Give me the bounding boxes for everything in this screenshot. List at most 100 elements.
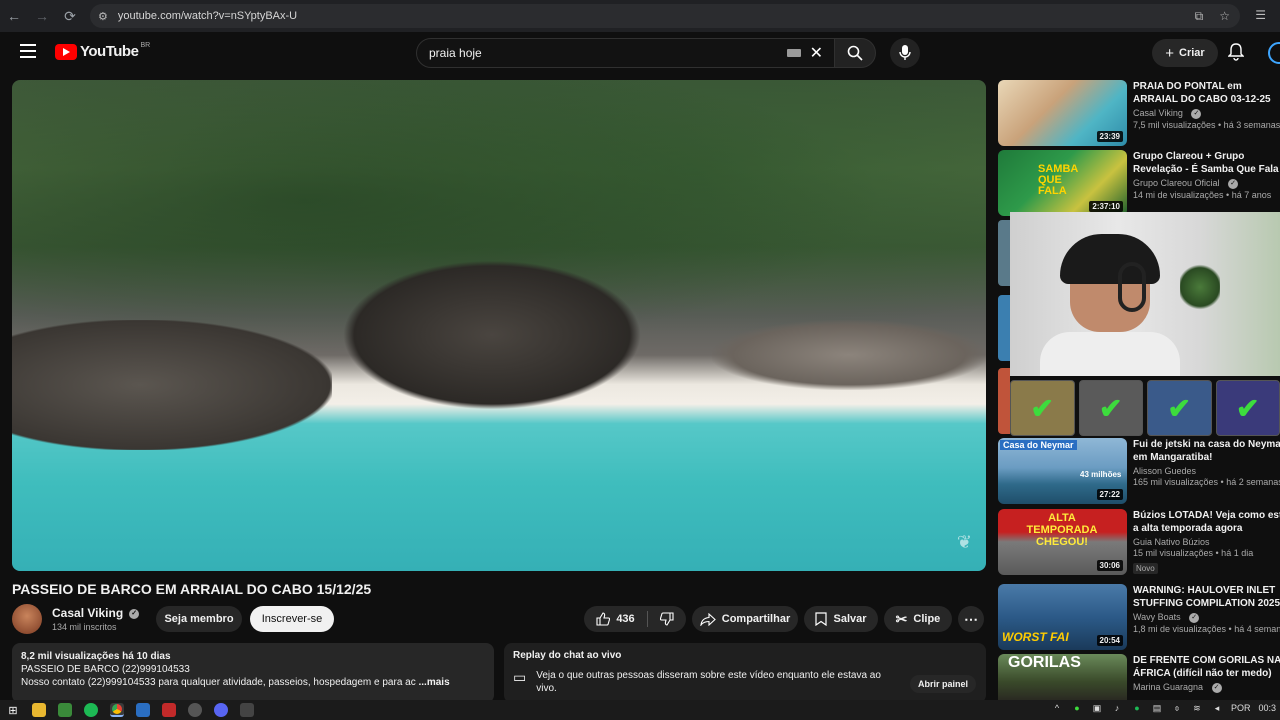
volume-icon[interactable]: ◂	[1211, 702, 1223, 714]
tray-app-icon[interactable]: ●	[1071, 702, 1083, 714]
verified-icon: ✓	[1191, 108, 1202, 119]
video-thumbnail[interactable]: Casa do Neymar 43 milhões 27:22	[998, 438, 1127, 504]
video-thumbnail[interactable]	[998, 295, 1010, 361]
language-indicator[interactable]: POR	[1231, 703, 1251, 713]
recommendation-stats: 15 mil visualizações • há 1 dia	[1133, 548, 1254, 558]
bookmark-star-icon[interactable]: ☆	[1219, 9, 1230, 24]
app-icon[interactable]	[240, 703, 254, 717]
forward-icon[interactable]: →	[28, 2, 56, 30]
channel-watermark-icon[interactable]: ❦	[957, 532, 972, 553]
spotify-icon[interactable]	[84, 703, 98, 717]
reload-icon[interactable]: ⟳	[56, 2, 84, 30]
recommendation-item[interactable]: WORST FAI 20:54 WARNING: HAULOVER INLET …	[998, 584, 1280, 650]
tray-app-icon[interactable]: ♪	[1111, 702, 1123, 714]
video-duration: 27:22	[1096, 489, 1123, 500]
join-button[interactable]: Seja membro	[156, 606, 242, 632]
wifi-icon[interactable]: ≋	[1191, 702, 1203, 714]
video-duration: 30:06	[1096, 560, 1123, 571]
video-duration: 2:37:10	[1089, 201, 1123, 212]
menu-icon[interactable]	[20, 44, 36, 62]
recommendation-stats: 165 mil visualizações • há 2 semanas	[1133, 477, 1280, 487]
streamer-shirt	[1040, 332, 1180, 376]
app-icon[interactable]	[136, 703, 150, 717]
file-explorer-icon[interactable]	[32, 703, 46, 717]
url-text: youtube.com/watch?v=nSYptyBAx-U	[117, 10, 298, 22]
discord-icon[interactable]	[214, 703, 228, 717]
tray-app-icon[interactable]: ▤	[1151, 702, 1163, 714]
app-icon[interactable]	[162, 703, 176, 717]
video-player[interactable]: ❦	[12, 80, 986, 571]
chrome-icon[interactable]	[110, 703, 124, 717]
recommendation-stats: 7,5 mil visualizações • há 3 semanas	[1133, 119, 1280, 130]
site-info-icon[interactable]: ⚙	[98, 10, 108, 23]
youtube-play-icon	[55, 43, 77, 60]
video-frame-rock	[712, 320, 986, 390]
logo-text: YouTube	[80, 43, 139, 60]
share-button[interactable]: Compartilhar	[692, 606, 798, 632]
account-avatar[interactable]	[1268, 42, 1280, 64]
app-icon[interactable]	[188, 703, 202, 717]
save-button[interactable]: Salvar	[804, 606, 878, 632]
clip-button[interactable]: ✂ Clipe	[884, 606, 952, 632]
view-count-date: 8,2 mil visualizações há 10 dias	[21, 651, 171, 662]
recommendation-item[interactable]: SAMBA QUE FALA 2:37:10 Grupo Clareou + G…	[998, 150, 1280, 216]
recommendation-title: DE FRENTE COM GORILAS NA	[1133, 655, 1280, 666]
recommendation-item[interactable]: Casa do Neymar 43 milhões 27:22 Fui de j…	[998, 438, 1280, 504]
recommendation-title: Revelação - É Samba Que Fala	[1133, 164, 1279, 175]
check-icon: ✔	[1147, 380, 1212, 436]
recommendation-item[interactable]: ALTA TEMPORADA CHEGOU! 30:06 Búzios LOTA…	[998, 509, 1280, 575]
back-icon[interactable]: ←	[0, 2, 28, 30]
reading-list-icon[interactable]: ☰	[1255, 8, 1266, 22]
recommendation-title: ARRAIAL DO CABO 03-12-25	[1133, 94, 1271, 105]
more-actions-button[interactable]: ⋯	[958, 606, 984, 632]
recommendation-channel: Wavy Boats	[1133, 612, 1181, 622]
video-title: PASSEIO DE BARCO EM ARRAIAL DO CABO 15/1…	[12, 581, 372, 597]
windows-start-icon[interactable]: ⊞	[6, 703, 20, 717]
keyboard-icon[interactable]	[787, 49, 801, 57]
chat-replay-text: Veja o que outras pessoas disseram sobre…	[536, 670, 881, 694]
video-thumbnail[interactable]: 23:39	[998, 80, 1127, 146]
video-thumbnail[interactable]	[998, 220, 1010, 286]
recommendation-title: ÁFRICA (difícil não ter medo)	[1133, 668, 1272, 679]
app-icon[interactable]	[58, 703, 72, 717]
video-duration: 23:39	[1096, 131, 1123, 142]
create-button[interactable]: + Criar	[1152, 39, 1218, 67]
clock[interactable]: 00:3	[1258, 703, 1276, 713]
notifications-icon[interactable]	[1227, 43, 1245, 66]
recommendation-item[interactable]: GORILAS DE FRENTE COM GORILAS NA ÁFRICA …	[998, 654, 1280, 700]
search-button[interactable]	[834, 38, 876, 68]
description-box[interactable]: 8,2 mil visualizações há 10 dias PASSEIO…	[12, 643, 494, 703]
install-icon[interactable]: ⧉	[1195, 9, 1204, 24]
channel-name-link[interactable]: Casal Viking ✓	[52, 606, 140, 620]
recommendation-item[interactable]: 23:39 PRAIA DO PONTAL em ARRAIAL DO CABO…	[998, 80, 1280, 146]
recommendation-title: em Mangaratiba!	[1133, 452, 1213, 463]
tray-app-icon[interactable]: ▣	[1091, 702, 1103, 714]
recommendation-channel: Guia Nativo Búzios	[1133, 537, 1210, 547]
thumbs-down-icon[interactable]	[659, 612, 674, 626]
share-label: Compartilhar	[721, 613, 791, 625]
channel-name: Casal Viking	[52, 606, 124, 620]
video-thumbnail[interactable]: WORST FAI 20:54	[998, 584, 1127, 650]
system-tray: ^ ● ▣ ♪ ● ▤ ⌽ ≋ ◂ POR 00:3	[1051, 702, 1276, 714]
clear-search-icon[interactable]: ✕	[810, 43, 823, 63]
video-thumbnail[interactable]: ALTA TEMPORADA CHEGOU! 30:06	[998, 509, 1127, 575]
recommendation-title: Grupo Clareou + Grupo	[1133, 151, 1245, 162]
open-panel-button[interactable]: Abrir painel	[909, 675, 976, 693]
channel-avatar[interactable]	[12, 604, 42, 634]
microphone-icon[interactable]: ⌽	[1171, 702, 1183, 714]
thumbnail-overlay-text: ALTA TEMPORADA CHEGOU!	[1026, 512, 1098, 548]
youtube-logo[interactable]: YouTube BR	[55, 42, 150, 60]
subscribe-button[interactable]: Inscrever-se	[250, 606, 334, 632]
video-thumbnail[interactable]: GORILAS	[998, 654, 1127, 700]
description-more-link[interactable]: ...mais	[419, 677, 450, 688]
search-input[interactable]: praia hoje ✕	[416, 38, 836, 68]
video-thumbnail[interactable]: SAMBA QUE FALA 2:37:10	[998, 150, 1127, 216]
plus-icon: +	[1165, 44, 1175, 62]
chevron-up-icon[interactable]: ^	[1051, 702, 1063, 714]
video-thumbnail[interactable]	[998, 368, 1010, 434]
voice-search-button[interactable]	[890, 38, 920, 68]
address-bar[interactable]: ⚙ youtube.com/watch?v=nSYptyBAx-U ⧉ ☆	[90, 4, 1240, 28]
like-button[interactable]: 436	[596, 612, 635, 626]
plant-image	[1180, 262, 1220, 312]
tray-app-icon[interactable]: ●	[1131, 702, 1143, 714]
